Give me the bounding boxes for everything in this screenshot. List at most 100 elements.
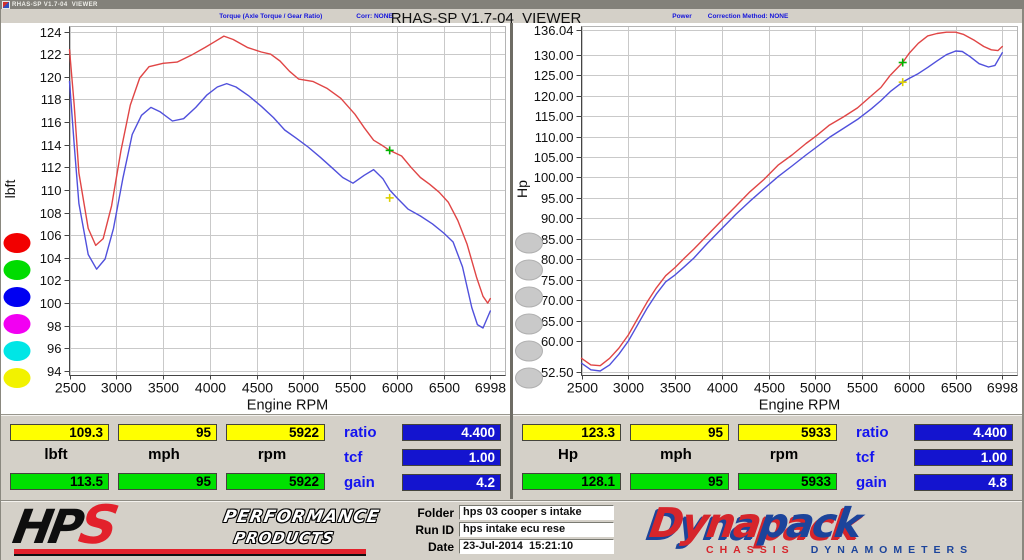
legend-dot-yellow[interactable] — [3, 368, 31, 388]
power-caption-text: Power — [672, 13, 692, 20]
dynapack-chassis-text: CHASSIS — [706, 544, 795, 556]
y-tick-label: 130.00 — [534, 48, 574, 63]
x-tick-label: 2500 — [55, 380, 86, 396]
app-icon — [2, 0, 10, 9]
y-tick-label: 120 — [40, 70, 62, 85]
legend-dot-gray-2[interactable] — [515, 259, 543, 281]
x-axis-title: Engine RPM — [759, 398, 840, 414]
cursor1-mph-value: 95 — [118, 424, 217, 441]
y-tick-label: 118 — [41, 92, 62, 107]
date-field[interactable]: 23-Jul-2014 15:21:10 — [459, 539, 614, 554]
legend-dot-gray-1[interactable] — [515, 232, 543, 254]
gain-label: gain — [344, 474, 375, 491]
tcf-label: tcf — [856, 449, 875, 466]
y-tick-label: 124 — [40, 25, 62, 40]
y-tick-label: 108 — [40, 206, 62, 221]
x-axis-labels: 2500 3000 3500 4000 4500 5000 5500 6000 6500 6998… — [55, 380, 506, 414]
panel-divider — [510, 23, 513, 499]
rpm-unit-label: rpm — [257, 446, 287, 463]
dynapack-dyna-text: Dyna — [646, 499, 763, 547]
y-tick-label: 115.00 — [535, 109, 574, 124]
left-edge — [0, 9, 1, 560]
x-axis-title: Engine RPM — [247, 398, 328, 414]
power-chart-panel: 52.50 60.00 65.00 70.00 75.00 80.00 85.00 90.00… — [513, 23, 1022, 414]
legend-dot-blue[interactable] — [3, 287, 31, 307]
x-tick-label: 5000 — [800, 380, 831, 396]
dynapack-logo: Dynapack CHASSIS DYNAMOMETERS — [642, 499, 1020, 557]
y-tick-label: 125.00 — [534, 68, 574, 83]
y-tick-label: 96 — [47, 341, 61, 356]
header: RHAS-SP V1.7-04 VIEWER — [0, 9, 1024, 27]
cursors — [898, 58, 907, 87]
legend-dot-gray-3[interactable] — [515, 286, 543, 308]
cursor1-torque-value: 109.3 — [10, 424, 109, 441]
y-tick-label: 80.00 — [541, 252, 574, 267]
power-unit-label: Hp — [558, 446, 578, 463]
torque-unit-label: lbft — [44, 446, 68, 463]
x-tick-label: 6998 — [987, 380, 1018, 396]
run-id-field[interactable]: hps intake ecu rese — [459, 522, 614, 537]
window-titlebar[interactable]: RHAS-SP V1.7-04 VIEWER — [0, 0, 1024, 9]
tcf-value: 1.00 — [914, 449, 1013, 466]
run-info: Folder hps 03 cooper s intake Run ID hps… — [372, 505, 614, 556]
y-tick-label: 112 — [41, 160, 62, 175]
mph-unit-label: mph — [148, 446, 180, 463]
y-tick-label: 98 — [47, 319, 61, 334]
torque-chart-panel: 94 96 98 100 102 104 106 108 110 112 114 116 118 120 1… — [1, 23, 510, 414]
torque-chart: 94 96 98 100 102 104 106 108 110 112 114 116 118 120 1… — [2, 25, 506, 414]
x-tick-label: 3000 — [613, 380, 644, 396]
cursor2-power-value: 128.1 — [522, 473, 621, 490]
x-tick-label: 6000 — [382, 380, 413, 396]
y-tick-label: 102 — [40, 273, 62, 288]
y-tick-label: 105.00 — [534, 150, 574, 165]
ratio-label: ratio — [344, 424, 377, 441]
cursor1-mph-value: 95 — [630, 424, 729, 441]
y-tick-label: 65.00 — [541, 314, 574, 329]
gain-value: 4.2 — [402, 474, 501, 491]
series — [68, 35, 491, 329]
torque-run-red — [68, 35, 491, 304]
legend-dot-gray-4[interactable] — [515, 313, 543, 335]
viewer-window: RHAS-SP V1.7-04 VIEWER RHAS-SP V1.7-04 V… — [0, 0, 1024, 560]
y-tick-label: 94 — [47, 364, 61, 379]
date-row: Date 23-Jul-2014 15:21:10 — [372, 539, 614, 554]
mph-unit-label: mph — [660, 446, 692, 463]
power-corr-label: Correction Method: NONE — [707, 13, 789, 20]
legend-dot-magenta[interactable] — [3, 314, 31, 334]
power-chart: 52.50 60.00 65.00 70.00 75.00 80.00 85.00 90.00… — [514, 23, 1018, 414]
dynapack-subtitle: CHASSIS DYNAMOMETERS — [706, 544, 973, 556]
y-tick-label: 100 — [40, 296, 62, 311]
cursor2-rpm-value: 5933 — [738, 473, 837, 490]
hps-red-bar — [14, 549, 366, 556]
legend-dot-gray-5[interactable] — [515, 340, 543, 362]
axes — [576, 26, 1018, 380]
date-label: Date — [427, 539, 454, 554]
y-tick-label: 95.00 — [541, 191, 574, 206]
tcf-value: 1.00 — [402, 449, 501, 466]
power-readout-table: 123.3 95 5933 Hp mph rpm 128.1 95 5933 r… — [512, 415, 1024, 500]
legend-dot-green[interactable] — [3, 260, 31, 280]
torque-corr-label: Corr: NONE — [356, 13, 393, 20]
torque-run-blue — [68, 80, 491, 329]
folder-row: Folder hps 03 cooper s intake — [372, 505, 614, 520]
rpm-unit-label: rpm — [769, 446, 799, 463]
legend-dot-cyan[interactable] — [3, 341, 31, 361]
x-axis-labels: 2500 3000 3500 4000 4500 5000 5500 6000 6500 6998… — [567, 380, 1018, 414]
y-tick-label: 70.00 — [541, 293, 574, 308]
y-tick-label: 120.00 — [534, 89, 574, 104]
legend-dot-gray-6[interactable] — [515, 367, 543, 389]
torque-readout-table: 109.3 95 5922 lbft mph rpm 113.5 95 5922… — [0, 415, 512, 500]
hps-products-text: PRODUCTS — [232, 529, 336, 547]
legend — [3, 233, 31, 388]
legend-dot-red[interactable] — [3, 233, 31, 253]
y-tick-label: 100.00 — [534, 170, 574, 185]
cursor1-rpm-value: 5922 — [226, 424, 325, 441]
folder-field[interactable]: hps 03 cooper s intake — [459, 505, 614, 520]
y-tick-label: 106 — [40, 228, 62, 243]
power-run-blue — [580, 50, 1003, 372]
cursor2-mph-value: 95 — [118, 473, 217, 490]
dynapack-dynamometers-text: DYNAMOMETERS — [810, 544, 974, 556]
gain-label: gain — [856, 474, 887, 491]
x-tick-label: 3500 — [660, 380, 691, 396]
y-tick-label: 60.00 — [541, 334, 574, 349]
